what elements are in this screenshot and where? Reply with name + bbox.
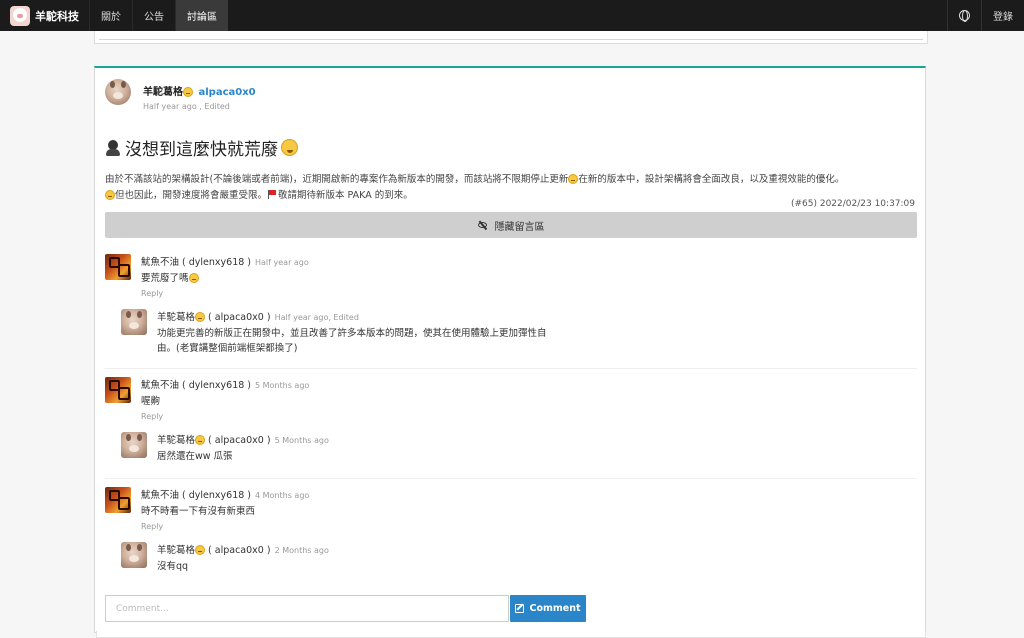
comment-text: 沒有qq	[157, 561, 189, 572]
post-id-timestamp: (#65) 2022/02/23 10:37:09	[790, 199, 915, 209]
comment-time: 5 Months ago	[274, 436, 329, 445]
comment: 魷魚不油 ( dylenxy618 ) Half year ago 要荒廢了嗎 R…	[105, 254, 309, 298]
reply-link[interactable]: Reply	[141, 522, 309, 531]
comment-author[interactable]: 魷魚不油 ( dylenxy618 )	[141, 490, 251, 501]
comment: 魷魚不油 ( dylenxy618 ) 5 Months ago 喔齁 Reply	[105, 377, 309, 421]
smile-emoji-icon	[195, 435, 206, 445]
comment-text: 要荒廢了嗎	[141, 273, 189, 284]
login-link[interactable]: 登錄	[981, 0, 1024, 31]
comment: 魷魚不油 ( dylenxy618 ) 4 Months ago 時不時看一下有沒…	[105, 487, 309, 531]
comment-reply: 羊駝葛格 ( alpaca0x0 ) 5 Months ago 居然還在ww 瓜張	[121, 432, 329, 464]
post-body-text: 在新的版本中，設計架構將會全面改良，以及重視效能的優化。	[578, 174, 845, 185]
language-button[interactable]	[947, 0, 981, 31]
avatar[interactable]	[105, 79, 131, 105]
comment-input[interactable]	[105, 595, 509, 622]
comment-author[interactable]: 羊駝葛格	[157, 435, 195, 446]
smile-emoji-icon	[195, 545, 206, 555]
comment-time: 5 Months ago	[255, 381, 310, 390]
comment-author[interactable]: 魷魚不油 ( dylenxy618 )	[141, 380, 251, 391]
comment-reply: 羊駝葛格 ( alpaca0x0 ) 2 Months ago 沒有qq	[121, 542, 329, 574]
globe-icon	[959, 10, 970, 22]
post-header: 羊駝葛格 alpaca0x0 Half year ago , Edited	[105, 79, 256, 111]
hide-comments-label: 隱藏留言區	[494, 221, 545, 233]
comment-time: 2 Months ago	[274, 546, 329, 555]
comment-text: 功能更完善的新版正在開發中，並且改善了許多本版本的問題，使其在使用體驗上更加彈性…	[157, 328, 547, 339]
drool-emoji-icon	[281, 139, 298, 156]
author-id-link[interactable]: alpaca0x0	[198, 87, 255, 98]
navbar: 羊駝科技 關於 公告 討論區 登錄	[0, 0, 1024, 31]
comment-time: 4 Months ago	[255, 491, 310, 500]
smile-emoji-icon	[195, 312, 206, 322]
alpaca-logo-icon	[10, 5, 30, 26]
post-timestamp: Half year ago , Edited	[143, 102, 230, 111]
post-card: 羊駝葛格 alpaca0x0 Half year ago , Edited 沒想…	[94, 66, 926, 633]
comment-submit-button[interactable]: Comment	[510, 595, 586, 622]
avatar[interactable]	[121, 432, 147, 458]
person-icon	[105, 139, 121, 156]
comment-author[interactable]: 羊駝葛格	[157, 312, 195, 323]
previous-post-card	[94, 31, 928, 44]
comment-text: 喔齁	[141, 396, 161, 407]
nav-item-announcements[interactable]: 公告	[132, 0, 175, 31]
flag-icon	[268, 190, 277, 199]
reply-link[interactable]: Reply	[141, 289, 309, 298]
avatar[interactable]	[105, 377, 131, 403]
smile-emoji-icon	[183, 87, 193, 97]
divider	[105, 368, 917, 369]
comment-text: 居然還在ww 瓜張	[157, 451, 233, 462]
post-body-text: 敬請期待新版本 PAKA 的到來。	[278, 190, 413, 201]
nav-item-forum[interactable]: 討論區	[175, 0, 228, 31]
post-author: 羊駝葛格 alpaca0x0	[143, 83, 256, 98]
post-title: 沒想到這麼快就荒廢	[105, 135, 298, 160]
comment-time: Half year ago, Edited	[274, 313, 359, 322]
comment-author[interactable]: 魷魚不油 ( dylenxy618 )	[141, 257, 251, 268]
avatar[interactable]	[121, 542, 147, 568]
divider	[105, 478, 917, 479]
reply-link[interactable]: Reply	[141, 412, 309, 421]
brand-name: 羊駝科技	[35, 9, 79, 23]
edit-icon	[515, 604, 525, 613]
comment-text: 由。(老實講整個前端框架都換了)	[157, 343, 298, 354]
avatar[interactable]	[105, 254, 131, 280]
nav-item-about[interactable]: 關於	[89, 0, 132, 31]
comment-author[interactable]: 羊駝葛格	[157, 545, 195, 556]
avatar[interactable]	[105, 487, 131, 513]
comment-time: Half year ago	[255, 258, 309, 267]
avatar[interactable]	[121, 309, 147, 335]
comment-author-id[interactable]: ( alpaca0x0 )	[208, 312, 271, 323]
comment-reply: 羊駝葛格 ( alpaca0x0 ) Half year ago, Edited …	[121, 309, 547, 356]
sweat-emoji-icon	[105, 190, 115, 200]
post-title-text: 沒想到這麼快就荒廢	[125, 140, 278, 160]
eye-slash-icon	[477, 221, 489, 229]
comment-button-label: Comment	[529, 603, 581, 614]
comment-author-id[interactable]: ( alpaca0x0 )	[208, 545, 271, 556]
smile-emoji-icon	[188, 273, 199, 283]
comment-text: 時不時看一下有沒有新東西	[141, 506, 256, 517]
post-body-text: 由於不滿該站的架構設計(不論後端或者前端)，近期開啟新的專案作為新版本的開發，而…	[105, 174, 569, 185]
smile-emoji-icon	[568, 174, 579, 184]
post-body-text: 但也因此，開發速度將會嚴重受限。	[115, 190, 268, 201]
hide-comments-button[interactable]: 隱藏留言區	[105, 212, 917, 238]
comment-author-id[interactable]: ( alpaca0x0 )	[208, 435, 271, 446]
brand-link[interactable]: 羊駝科技	[0, 0, 89, 31]
author-name: 羊駝葛格	[143, 87, 183, 98]
